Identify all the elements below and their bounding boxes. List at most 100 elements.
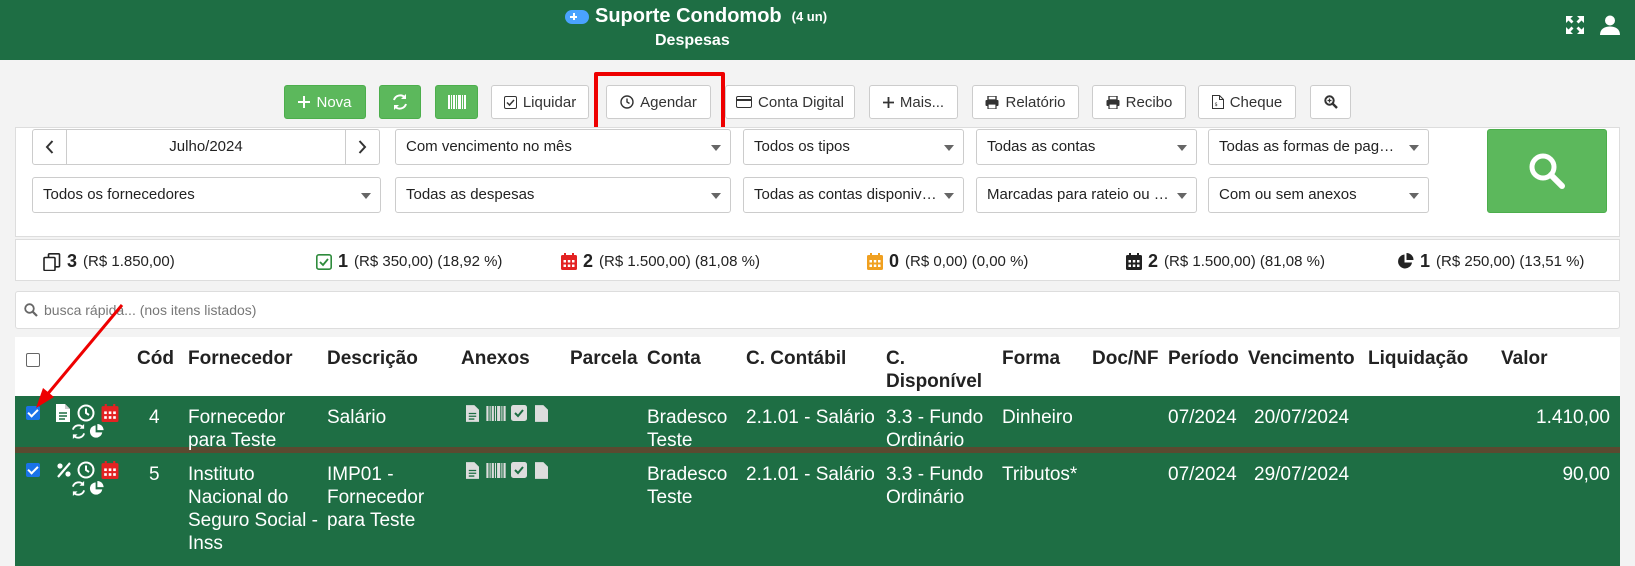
clock-icon[interactable] [77, 461, 95, 479]
pie-chart-icon[interactable] [89, 481, 104, 496]
cell-contabil: 2.1.01 - Salário [746, 407, 875, 428]
next-month-button[interactable] [345, 130, 379, 164]
unit-count: (4 un) [791, 9, 828, 24]
cell-cod: 4 [149, 407, 160, 428]
check-square-icon[interactable] [511, 462, 527, 478]
stat-detail: (R$ 1.850,00) [83, 253, 175, 270]
stat-total[interactable]: 3 (R$ 1.850,00) [43, 251, 175, 272]
file-text-icon[interactable] [466, 462, 479, 479]
row-checkbox[interactable] [26, 406, 40, 420]
expenses-table: Cód Fornecedor Descrição Anexos Parcela … [15, 337, 1620, 566]
col-cod[interactable]: Cód [137, 347, 174, 370]
refresh-icon[interactable] [71, 481, 86, 496]
col-periodo[interactable]: Período [1168, 347, 1239, 370]
cheque-label: Cheque [1229, 93, 1283, 111]
calendar-icon[interactable] [101, 461, 119, 479]
table-row[interactable]: 4 Fornecedor para Teste Salário Bradesco… [15, 396, 1620, 453]
col-doc[interactable]: Doc/NF [1092, 347, 1159, 370]
col-parcela[interactable]: Parcela [570, 347, 638, 370]
stat-count: 3 [67, 251, 78, 271]
zoom-button[interactable] [1310, 85, 1351, 119]
quick-search-input[interactable] [44, 302, 644, 318]
col-conta[interactable]: Conta [647, 347, 701, 370]
contas-disponiveis-select[interactable]: Todas as contas disponiveis [743, 177, 964, 213]
col-disponivel[interactable]: C. Disponível [886, 347, 982, 393]
refresh-icon[interactable] [71, 424, 86, 439]
nova-button[interactable]: Nova [284, 85, 366, 119]
calendar-icon[interactable] [101, 404, 119, 422]
col-vencimento[interactable]: Vencimento [1248, 347, 1355, 370]
recibo-button[interactable]: Recibo [1092, 85, 1186, 119]
calendar-icon [867, 253, 883, 270]
check-square-icon [316, 253, 332, 270]
cell-descricao: Salário [327, 407, 387, 428]
stat-detail: (R$ 250,00) (13,51 %) [1436, 253, 1585, 270]
fornecedores-select[interactable]: Todos os fornecedores [32, 177, 381, 213]
check-square-icon[interactable] [511, 405, 527, 421]
col-forma[interactable]: Forma [1002, 347, 1060, 370]
despesas-select[interactable]: Todas as despesas [395, 177, 731, 213]
relatorio-button[interactable]: Relatório [972, 85, 1079, 119]
conta-digital-button[interactable]: Conta Digital [725, 85, 855, 119]
liquidar-label: Liquidar [522, 93, 577, 111]
table-row[interactable]: 5 Instituto Nacional do Seguro Social - … [15, 453, 1620, 566]
user-icon[interactable] [1599, 14, 1621, 36]
file-icon[interactable] [535, 405, 548, 422]
cell-valor: 1.410,00 [1536, 407, 1610, 428]
cell-disponivel-line: Ordinário [886, 487, 965, 508]
stat-abertas[interactable]: 2 (R$ 1.500,00) (81,08 %) [1126, 251, 1325, 272]
stat-count: 1 [1420, 251, 1431, 271]
formas-pagamento-select[interactable]: Todas as formas de pagamento [1208, 129, 1429, 165]
liquidar-button[interactable]: Liquidar [491, 85, 589, 119]
credit-card-icon [736, 96, 753, 108]
rateio-select[interactable]: Marcadas para rateio ou não [976, 177, 1197, 213]
col-valor[interactable]: Valor [1501, 347, 1547, 370]
cell-conta: Bradesco Teste [647, 406, 727, 452]
gamepad-icon [565, 9, 589, 24]
barcode-icon[interactable] [486, 463, 506, 478]
cell-descricao-line: para Teste [327, 510, 416, 531]
col-descricao[interactable]: Descrição [327, 347, 418, 370]
col-liquidacao[interactable]: Liquidação [1368, 347, 1468, 370]
month-navigator: Julho/2024 [32, 129, 380, 165]
cell-vencimento: 20/07/2024 [1254, 407, 1350, 428]
tipos-select[interactable]: Todos os tipos [743, 129, 964, 165]
calendar-icon [1126, 253, 1142, 270]
recibo-label: Recibo [1125, 93, 1173, 111]
barcode-button[interactable] [435, 85, 478, 119]
current-month[interactable]: Julho/2024 [67, 130, 345, 164]
chevron-right-icon [358, 140, 367, 154]
col-fornecedor[interactable]: Fornecedor [188, 347, 293, 370]
vencimento-select[interactable]: Com vencimento no mês [395, 129, 731, 165]
row-checkbox[interactable] [26, 463, 40, 477]
col-contabil[interactable]: C. Contábil [746, 347, 846, 370]
previous-month-button[interactable] [33, 130, 67, 164]
stat-liquidadas[interactable]: 1 (R$ 350,00) (18,92 %) [316, 251, 502, 272]
search-button[interactable] [1487, 129, 1607, 213]
file-text-icon[interactable] [56, 404, 70, 422]
expand-icon[interactable] [1564, 14, 1586, 36]
contas-select[interactable]: Todas as contas [976, 129, 1197, 165]
mais-button[interactable]: Mais... [869, 85, 958, 119]
stat-vencidas[interactable]: 2 (R$ 1.500,00) (81,08 %) [561, 251, 760, 272]
select-all-checkbox[interactable] [26, 353, 40, 367]
cell-cod: 5 [149, 464, 160, 485]
stat-rateio[interactable]: 1 (R$ 250,00) (13,51 %) [1397, 251, 1584, 272]
stat-a-vencer[interactable]: 0 (R$ 0,00) (0,00 %) [867, 251, 1028, 272]
col-anexos[interactable]: Anexos [461, 347, 530, 370]
anexos-select[interactable]: Com ou sem anexos [1208, 177, 1429, 213]
file-icon[interactable] [535, 462, 548, 479]
cheque-button[interactable]: $ Cheque [1198, 85, 1296, 119]
file-text-icon[interactable] [466, 405, 479, 422]
cheque-file-icon: $ [1211, 95, 1224, 109]
col-disponivel-line1: C. [886, 348, 905, 369]
percent-icon[interactable] [56, 462, 72, 478]
clock-icon[interactable] [77, 404, 95, 422]
cell-fornecedor-line: para Teste [188, 430, 277, 451]
svg-text:$: $ [1214, 102, 1217, 108]
barcode-icon [447, 95, 466, 109]
pie-chart-icon[interactable] [89, 424, 104, 439]
quick-search-box [15, 291, 1620, 329]
refresh-button[interactable] [379, 85, 421, 119]
barcode-icon[interactable] [486, 406, 506, 421]
